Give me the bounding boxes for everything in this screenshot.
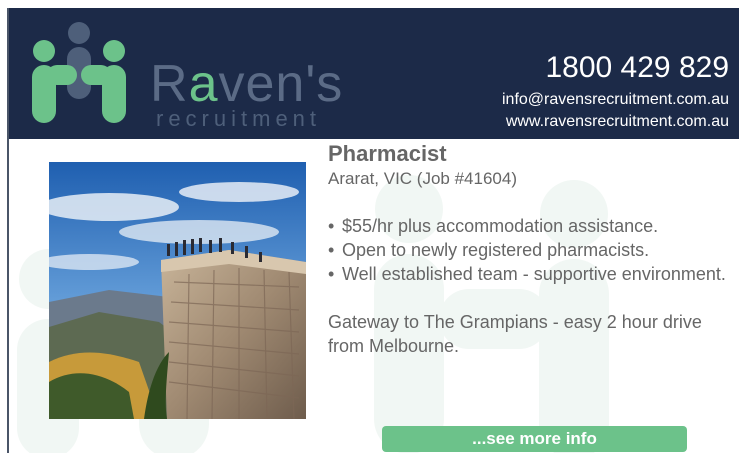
logo-wordmark-r: R (150, 55, 189, 113)
job-title: Pharmacist (328, 141, 447, 166)
logo-tagline: recruitment (156, 106, 322, 131)
header-banner: Raven's recruitment 1800 429 829 info@ra… (9, 8, 739, 139)
job-location: Ararat, VIC (Job #41604) (328, 169, 517, 188)
email-link[interactable]: info@ravensrecruitment.com.au (502, 90, 729, 110)
bullet-marker: • (328, 264, 335, 284)
grampians-photo (49, 162, 306, 419)
bullet-text: Open to newly registered pharmacists. (342, 240, 650, 260)
ravens-logo[interactable]: Raven's recruitment (23, 20, 342, 131)
phone-number[interactable]: 1800 429 829 (545, 51, 729, 85)
job-details: Pharmacist Ararat, VIC (Job #41604) • $55… (328, 140, 728, 376)
people-logo-icon (32, 22, 126, 123)
logo-wordmark: Raven's (150, 58, 343, 110)
job-description: Gateway to The Grampians - easy 2 hour d… (328, 312, 702, 356)
bullet-marker: • (328, 216, 335, 236)
bullet-text: Well established team - supportive envir… (342, 264, 726, 284)
job-ad-card: Raven's recruitment 1800 429 829 info@ra… (0, 0, 739, 453)
bullet-text: $55/hr plus accommodation assistance. (342, 216, 659, 236)
logo-wordmark-rest: ven's (218, 55, 344, 113)
website-link[interactable]: www.ravensrecruitment.com.au (506, 112, 729, 132)
list-item: • Open to newly registered pharmacists. (328, 238, 728, 262)
list-item: • Well established team - supportive envi… (328, 262, 728, 286)
see-more-info-button[interactable]: ...see more info (382, 426, 687, 452)
job-highlights: • $55/hr plus accommodation assistance. •… (328, 214, 728, 286)
list-item: • $55/hr plus accommodation assistance. (328, 214, 728, 238)
logo-wordmark-a: a (188, 55, 219, 113)
bullet-marker: • (328, 240, 335, 260)
